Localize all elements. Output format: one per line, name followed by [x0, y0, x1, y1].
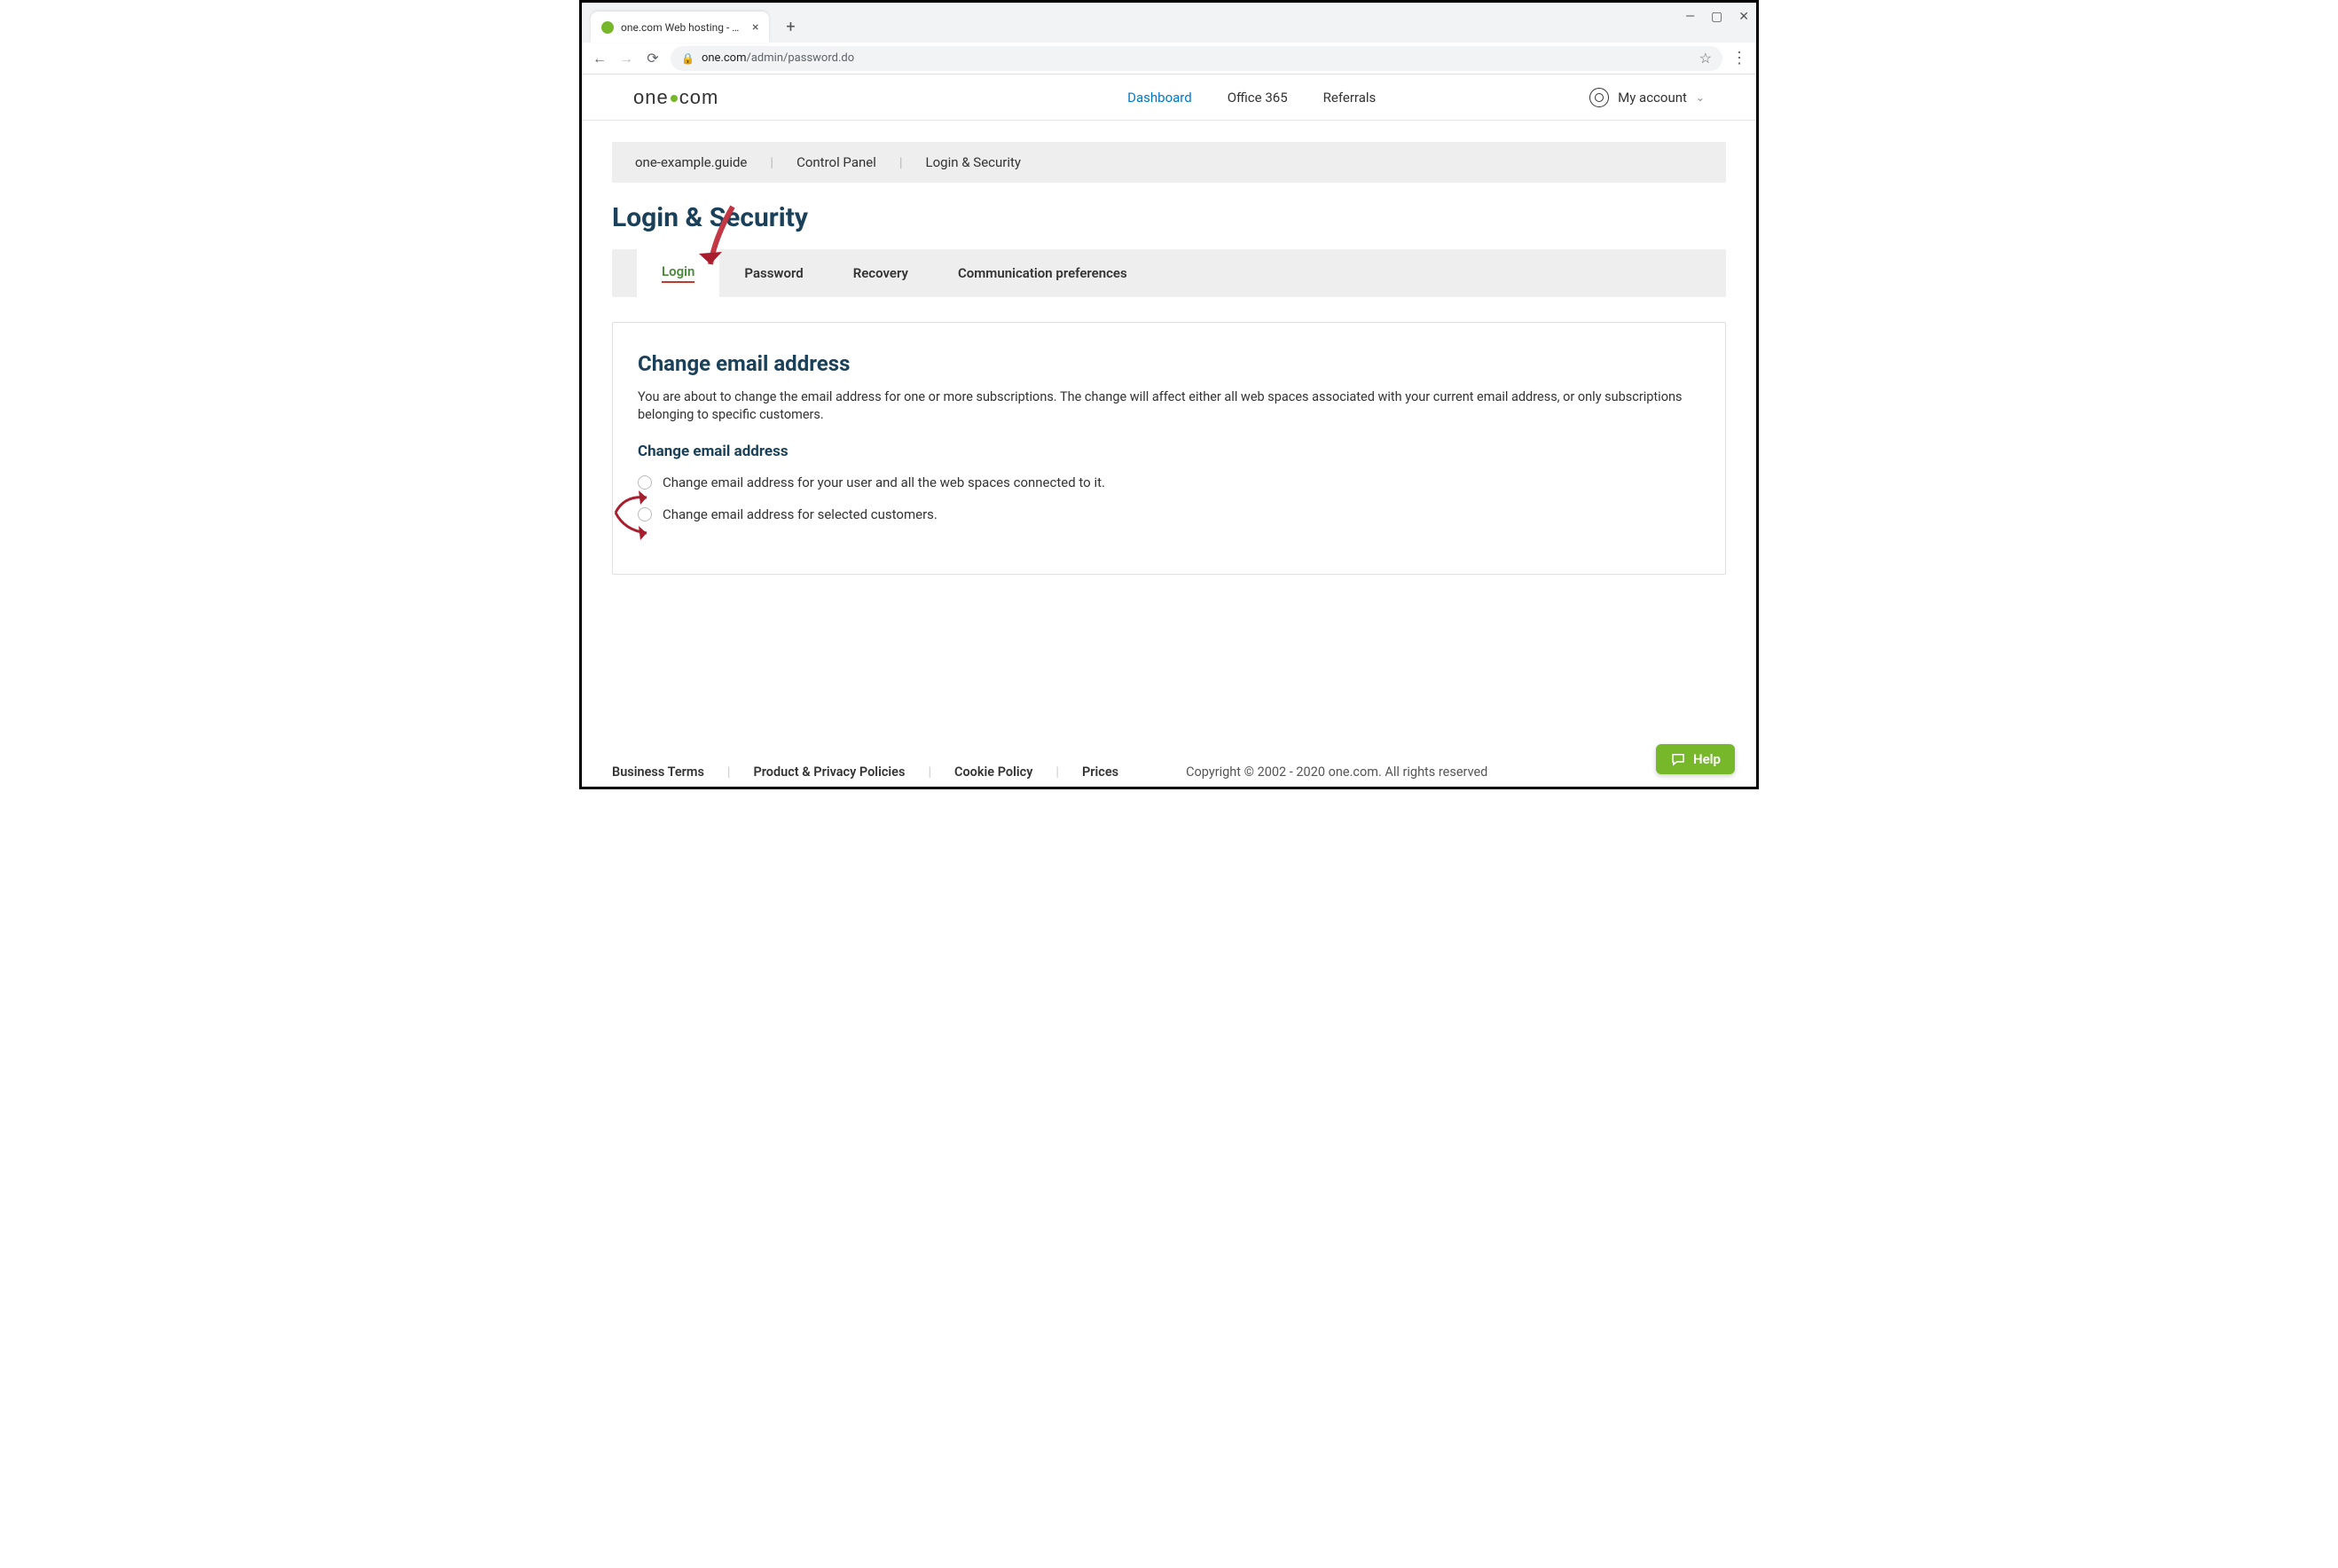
user-icon	[1589, 88, 1609, 107]
login-panel: Change email address You are about to ch…	[612, 322, 1726, 575]
help-button[interactable]: Help	[1656, 744, 1735, 774]
back-button[interactable]: ←	[591, 50, 608, 67]
favicon-icon	[601, 21, 614, 34]
crumb-login-security[interactable]: Login & Security	[903, 154, 1044, 170]
panel-subheading: Change email address	[638, 443, 1700, 460]
tab-communication-preferences[interactable]: Communication preferences	[933, 249, 1152, 297]
chat-icon	[1670, 751, 1686, 767]
help-label: Help	[1693, 751, 1721, 767]
close-window-icon[interactable]: ✕	[1738, 10, 1749, 24]
bookmark-star-icon[interactable]: ☆	[1699, 50, 1712, 67]
crumb-domain[interactable]: one-example.guide	[635, 154, 770, 170]
radio-label: Change email address for your user and a…	[663, 474, 1105, 490]
site-footer: Business Terms | Product & Privacy Polic…	[582, 764, 1756, 780]
radio-option-all-webspaces[interactable]: Change email address for your user and a…	[638, 474, 1700, 490]
maximize-icon[interactable]: ▢	[1711, 10, 1722, 24]
nav-referrals[interactable]: Referrals	[1323, 90, 1377, 106]
minimize-icon[interactable]: —	[1685, 10, 1695, 24]
tab-recovery[interactable]: Recovery	[828, 249, 933, 297]
radio-label: Change email address for selected custom…	[663, 506, 938, 522]
url-field[interactable]: 🔒 one.com/admin/password.do ☆	[671, 46, 1722, 71]
nav-dashboard[interactable]: Dashboard	[1127, 90, 1192, 106]
account-menu[interactable]: My account ⌄	[1589, 88, 1705, 107]
footer-cookie-policy[interactable]: Cookie Policy	[931, 764, 1055, 780]
page-title: Login & Security	[612, 202, 1726, 233]
address-bar: ← → ⟳ 🔒 one.com/admin/password.do ☆ ⋮	[582, 43, 1756, 74]
chevron-down-icon: ⌄	[1696, 91, 1705, 104]
radio-icon[interactable]	[638, 507, 652, 521]
footer-business-terms[interactable]: Business Terms	[612, 764, 727, 780]
panel-intro: You are about to change the email addres…	[638, 388, 1700, 425]
radio-option-selected-customers[interactable]: Change email address for selected custom…	[638, 506, 1700, 522]
lock-icon: 🔒	[681, 52, 694, 65]
settings-tabs: Login Password Recovery Communication pr…	[612, 249, 1726, 297]
top-nav: Dashboard Office 365 Referrals	[932, 90, 1376, 106]
browser-tab-bar: one.com Web hosting - Domain × + — ▢ ✕	[582, 3, 1756, 43]
crumb-control-panel[interactable]: Control Panel	[773, 154, 899, 170]
new-tab-button[interactable]: +	[778, 14, 803, 39]
tab-password[interactable]: Password	[719, 249, 828, 297]
radio-icon[interactable]	[638, 475, 652, 490]
breadcrumb: one-example.guide | Control Panel | Logi…	[612, 142, 1726, 183]
footer-copyright: Copyright © 2002 - 2020 one.com. All rig…	[1186, 764, 1487, 780]
account-label: My account	[1618, 90, 1687, 106]
browser-tab[interactable]: one.com Web hosting - Domain ×	[591, 12, 769, 43]
footer-prices[interactable]: Prices	[1059, 764, 1142, 780]
browser-menu-icon[interactable]: ⋮	[1731, 49, 1747, 67]
site-header: onecom Dashboard Office 365 Referrals My…	[582, 74, 1756, 121]
window-controls: — ▢ ✕	[1685, 10, 1749, 24]
logo[interactable]: onecom	[633, 86, 718, 109]
panel-heading: Change email address	[638, 351, 1700, 376]
forward-button[interactable]: →	[617, 50, 635, 67]
url-text: one.com/admin/password.do	[702, 51, 854, 65]
reload-button[interactable]: ⟳	[644, 50, 662, 67]
tab-login[interactable]: Login	[637, 249, 719, 297]
tab-title: one.com Web hosting - Domain	[621, 21, 745, 34]
nav-office365[interactable]: Office 365	[1228, 90, 1288, 106]
footer-privacy-policies[interactable]: Product & Privacy Policies	[730, 764, 928, 780]
close-tab-icon[interactable]: ×	[752, 20, 758, 35]
